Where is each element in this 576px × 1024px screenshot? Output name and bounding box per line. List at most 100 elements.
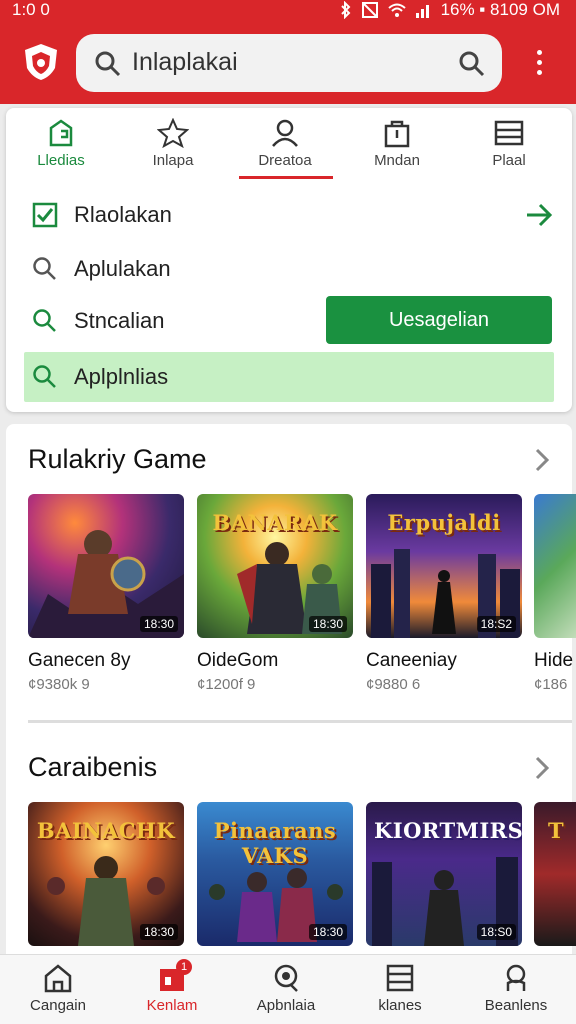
nav-item-home[interactable]: Cangain: [8, 963, 108, 1014]
status-battery-clock: 16% ▪ 8109 OM: [440, 0, 560, 19]
game-logo-text: BAINACHK: [36, 818, 176, 843]
game-thumbnail: Erpujaldi 18:S2: [366, 494, 522, 638]
tab-home[interactable]: Lledias: [6, 118, 116, 182]
game-meta: ¢1200f 9: [197, 676, 256, 693]
game-meta: ¢186: [534, 676, 568, 693]
suggestion-item[interactable]: Aplulakan: [24, 244, 554, 294]
tab-label: Plaal: [492, 152, 526, 169]
game-card[interactable]: 18:30 Ganecen 8y ¢9380k 9: [28, 494, 184, 693]
app-bar: 1:0 0 16% ▪ 8109 OM Inlaplakai: [0, 0, 576, 104]
tab-person[interactable]: Dreatoa: [230, 118, 340, 182]
home-icon: [44, 964, 72, 993]
list-icon: [386, 964, 414, 992]
duration-badge: 18:30: [308, 616, 347, 632]
signal-icon: [415, 5, 429, 18]
duration-badge: 18:30: [308, 924, 347, 940]
game-meta: ¢9880 6: [366, 676, 421, 693]
chevron-right-icon[interactable]: [532, 754, 552, 782]
game-thumbnail: T: [534, 802, 576, 946]
game-thumbnail: 18:30: [28, 494, 184, 638]
game-logo-text: KIORTMIRS: [374, 818, 522, 843]
search-icon: [95, 51, 121, 77]
person-icon: [506, 964, 526, 991]
search-bar[interactable]: Inlaplakai: [76, 34, 502, 92]
suggestion-item[interactable]: Stncalian: [24, 296, 314, 346]
checkbox-icon: [32, 202, 58, 228]
tab-label: Dreatoa: [258, 152, 312, 169]
game-title: Caneeniay: [366, 650, 457, 671]
tab-label: Lledias: [37, 152, 85, 169]
search-icon: [33, 309, 56, 332]
nav-item-store[interactable]: 1 Kenlam: [122, 959, 222, 1014]
search-icon: [274, 964, 298, 992]
nav-item-profile[interactable]: Beanlens: [466, 963, 566, 1014]
game-title: Hide: [534, 650, 574, 671]
home-icon: [49, 119, 73, 147]
status-time: 1:0 0: [12, 0, 50, 19]
tab-list[interactable]: Plaal: [454, 118, 564, 182]
nav-label: klanes: [378, 997, 422, 1014]
tab-label: Mndan: [374, 152, 420, 169]
game-carousel: 18:30 Ganecen 8y ¢9380k 9 BANARAK 18:30 …: [28, 494, 576, 714]
nav-label: Kenlam: [146, 997, 198, 1014]
game-thumbnail: Pinaarans VAKS 18:30: [197, 802, 353, 946]
bluetooth-icon: [340, 1, 350, 19]
more-options-icon[interactable]: [532, 50, 546, 76]
section-divider: [28, 720, 572, 723]
game-thumbnail: [534, 494, 576, 638]
nav-label: Apbnlaia: [256, 997, 316, 1014]
duration-badge: 18:30: [139, 924, 178, 940]
star-icon: [157, 118, 189, 148]
arrow-right-icon[interactable]: [524, 200, 554, 230]
active-tab-indicator: [239, 176, 333, 179]
duration-badge: 18:S2: [476, 616, 516, 632]
tab-bag[interactable]: Mndan: [342, 118, 452, 182]
game-title: Ganecen 8y: [28, 650, 131, 671]
game-thumbnail: KIORTMIRS 18:S0: [366, 802, 522, 946]
duration-badge: 18:S0: [476, 924, 516, 940]
game-card[interactable]: Hide ¢186: [534, 494, 576, 693]
game-card[interactable]: KIORTMIRS 18:S0: [366, 802, 522, 946]
game-logo-text: BANARAK: [212, 510, 338, 535]
category-tabs: Lledias Inlapa Dreatoa Mndan Plaal: [6, 108, 572, 182]
game-title: OideGom: [197, 650, 279, 671]
wifi-icon: [387, 3, 406, 17]
status-bar: 1:0 0 16% ▪ 8109 OM: [0, 0, 576, 22]
green-action-button[interactable]: Uesagelian: [326, 296, 552, 344]
duration-badge: 18:30: [139, 616, 178, 632]
nav-label: Cangain: [30, 997, 86, 1014]
chevron-right-icon[interactable]: [532, 446, 552, 474]
search-submit-icon[interactable]: [458, 50, 486, 78]
person-icon: [272, 119, 298, 147]
search-icon: [33, 365, 56, 388]
game-card[interactable]: Erpujaldi 18:S2 Caneeniay ¢9880 6: [366, 494, 522, 693]
notification-badge: 1: [176, 959, 192, 975]
suggestion-label: Aplplnlias: [74, 364, 169, 389]
nav-item-list[interactable]: klanes: [350, 963, 450, 1014]
game-logo-text: Erpujaldi: [387, 510, 501, 535]
game-card[interactable]: Pinaarans VAKS 18:30: [197, 802, 353, 946]
game-thumbnail: BAINACHK 18:30: [28, 802, 184, 946]
tab-label: Inlapa: [152, 152, 194, 169]
game-thumbnail: BANARAK 18:30: [197, 494, 353, 638]
suggestion-label: Rlaolakan: [74, 202, 172, 227]
section-title: Caraibenis: [28, 752, 158, 782]
search-input[interactable]: Inlaplakai: [132, 48, 238, 77]
game-meta: ¢9380k 9: [28, 676, 90, 693]
bag-icon: [384, 120, 410, 148]
suggestion-item[interactable]: Rlaolakan: [24, 190, 554, 240]
game-logo-text: T: [548, 818, 565, 843]
search-suggestions-panel: Lledias Inlapa Dreatoa Mndan Plaal Rlaol…: [6, 108, 572, 412]
game-card[interactable]: BANARAK 18:30 OideGom ¢1200f 9: [197, 494, 353, 693]
game-card[interactable]: BAINACHK 18:30: [28, 802, 184, 946]
search-icon: [33, 257, 56, 280]
game-card[interactable]: T: [534, 802, 576, 946]
game-logo-text: Pinaarans VAKS: [213, 818, 337, 868]
suggestion-item-highlighted[interactable]: Aplplnlias: [24, 352, 554, 402]
nav-label: Beanlens: [484, 997, 548, 1014]
nav-item-search[interactable]: Apbnlaia: [236, 963, 336, 1014]
tab-star[interactable]: Inlapa: [118, 118, 228, 182]
list-icon: [494, 120, 524, 146]
bottom-navigation: Cangain 1 Kenlam Apbnlaia klanes Beanlen…: [0, 954, 576, 1024]
shield-logo-icon[interactable]: [22, 42, 60, 82]
